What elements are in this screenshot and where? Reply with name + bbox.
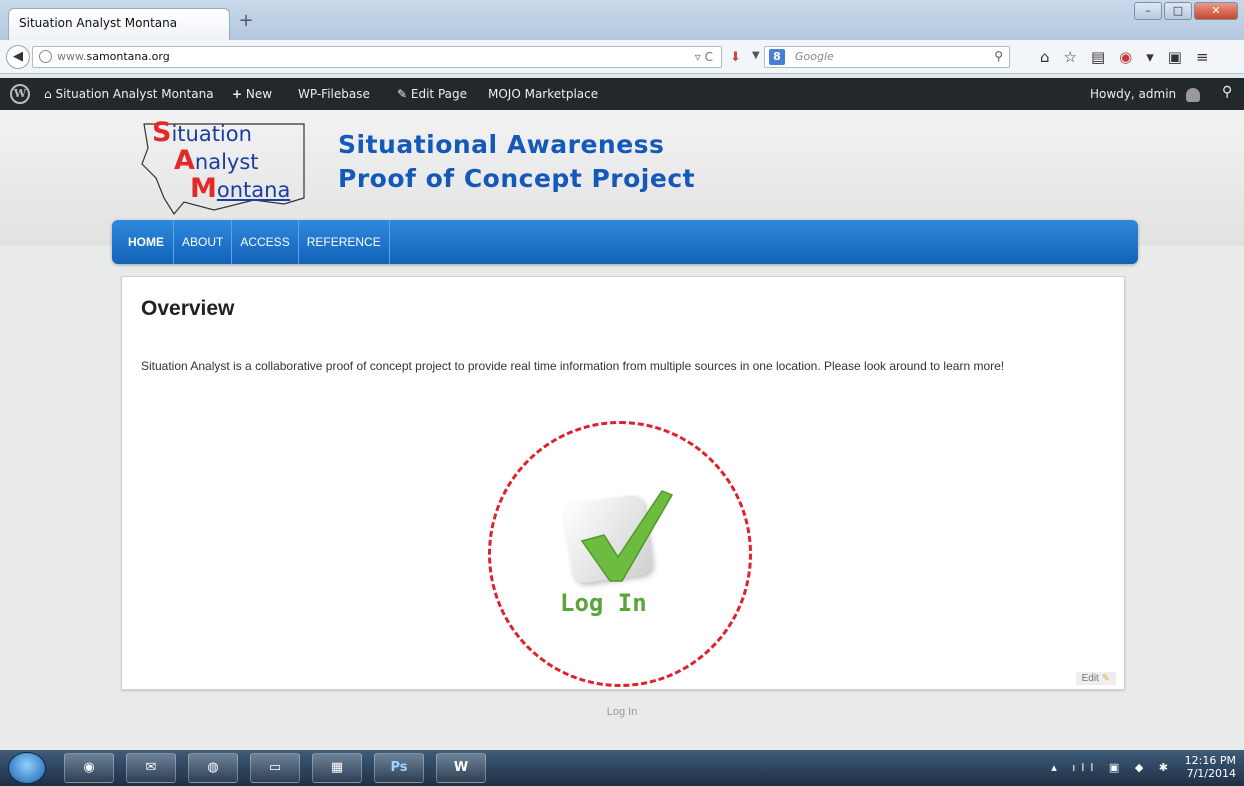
reload-icon[interactable]: ▿ C — [695, 50, 713, 64]
search-input[interactable]: 8 Google ⚲ — [764, 46, 1010, 68]
maximize-icon[interactable]: □ — [1164, 2, 1192, 20]
globe-icon — [39, 50, 52, 63]
admin-account-link[interactable]: Howdy, admin — [1090, 87, 1200, 102]
browser-navbar: ◀ www.samontana.org ▿ C ⬇ ▼ 8 Google ⚲ ⌂… — [0, 40, 1244, 74]
addon-icon[interactable]: ◉ — [1119, 48, 1132, 66]
clock[interactable]: 12:16 PM 7/1/2014 — [1185, 754, 1236, 780]
chevron-down-icon[interactable]: ▾ — [1146, 48, 1154, 66]
pencil-icon: ✎ — [397, 87, 408, 101]
footer-login-link[interactable]: Log In — [0, 706, 1244, 718]
home-icon[interactable]: ⌂ — [1040, 48, 1050, 66]
chevron-down-icon[interactable]: ▼ — [752, 50, 760, 61]
search-icon[interactable]: ⚲ — [1222, 84, 1232, 100]
site-logo[interactable]: Situation Analyst Montana — [134, 118, 310, 216]
system-tray-icons[interactable]: ▴ ıll ▣ ◆ ✱ — [1051, 761, 1174, 774]
folder-icon[interactable]: ▭ — [250, 753, 300, 783]
url-domain: samontana.org — [86, 50, 170, 63]
firefox-icon[interactable]: ◉ — [64, 753, 114, 783]
site-body: Situation Analyst Montana Situational Aw… — [0, 110, 1244, 750]
plus-icon: + — [232, 87, 243, 101]
headline-line-2: Proof of Concept Project — [338, 164, 696, 193]
admin-new-link[interactable]: + New — [232, 87, 272, 101]
download-icon[interactable]: ⬇ — [730, 50, 741, 65]
browser-tab[interactable]: Situation Analyst Montana — [8, 8, 230, 40]
checkmark-icon[interactable] — [560, 477, 680, 587]
nav-item-access[interactable]: ACCESS — [232, 220, 299, 264]
taskbar: ◉ ✉ ◍ ▭ ▦ Ps W ▴ ıll ▣ ◆ ✱ 12:16 PM 7/1/… — [0, 750, 1244, 786]
nav-item-home[interactable]: HOME — [112, 220, 174, 264]
wp-admin-bar: W ⌂ Situation Analyst Montana + New WP-F… — [0, 78, 1244, 110]
house-icon: ⌂ — [44, 87, 52, 101]
admin-site-link[interactable]: ⌂ Situation Analyst Montana — [44, 87, 214, 101]
close-icon[interactable]: ✕ — [1194, 2, 1238, 20]
pencil-icon: ✎ — [1101, 673, 1110, 684]
headline-line-1: Situational Awareness — [338, 130, 665, 159]
outlook-icon[interactable]: ✉ — [126, 753, 176, 783]
menu-icon[interactable]: ≡ — [1196, 48, 1209, 66]
url-bar[interactable]: www.samontana.org ▿ C — [32, 46, 722, 68]
login-link[interactable]: Log In — [560, 589, 647, 617]
nav-item-about[interactable]: ABOUT — [174, 220, 233, 264]
toolbar-icons: ⌂ ☆ ▤ ◉ ▾ ▣ ≡ — [1040, 48, 1209, 66]
main-nav: HOME ABOUT ACCESS REFERENCE — [112, 220, 1138, 264]
avatar-icon — [1185, 87, 1200, 102]
page-intro: Situation Analyst is a collaborative pro… — [141, 359, 1005, 373]
site-headline: Situational Awareness Proof of Concept P… — [338, 128, 695, 196]
search-placeholder: Google — [795, 50, 834, 63]
window-controls: – □ ✕ — [1134, 2, 1238, 20]
page-title: Overview — [141, 297, 235, 320]
bookmarks-icon[interactable]: ▤ — [1091, 48, 1105, 66]
tab-title: Situation Analyst Montana — [19, 16, 178, 30]
publisher-icon[interactable]: ▦ — [312, 753, 362, 783]
minimize-icon[interactable]: – — [1134, 2, 1162, 20]
logo-line-2: Analyst — [174, 145, 259, 176]
url-prefix: www. — [57, 50, 87, 63]
start-button[interactable] — [8, 752, 46, 784]
search-icon[interactable]: ⚲ — [994, 49, 1003, 63]
nav-item-reference[interactable]: REFERENCE — [299, 220, 390, 264]
edit-link[interactable]: Edit ✎ — [1075, 672, 1116, 685]
wordpress-icon[interactable]: W — [10, 84, 30, 104]
bookmark-star-icon[interactable]: ☆ — [1064, 48, 1077, 66]
admin-marketplace-link[interactable]: MOJO Marketplace — [488, 87, 598, 101]
downloads-icon[interactable]: ▣ — [1168, 48, 1182, 66]
new-tab-icon[interactable]: + — [236, 12, 256, 32]
logo-line-1: Situation — [152, 117, 252, 148]
content-card: Overview Situation Analyst is a collabor… — [121, 276, 1125, 690]
back-arrow-icon[interactable]: ◀ — [6, 45, 30, 69]
browser-titlebar: Situation Analyst Montana + – □ ✕ — [0, 0, 1244, 40]
logo-line-3: Montana — [190, 173, 291, 204]
photoshop-icon[interactable]: Ps — [374, 753, 424, 783]
network-app-icon[interactable]: ◍ — [188, 753, 238, 783]
admin-edit-page-link[interactable]: ✎ Edit Page — [397, 87, 467, 101]
word-icon[interactable]: W — [436, 753, 486, 783]
google-icon: 8 — [769, 49, 785, 65]
admin-filebase-link[interactable]: WP-Filebase — [298, 87, 370, 101]
